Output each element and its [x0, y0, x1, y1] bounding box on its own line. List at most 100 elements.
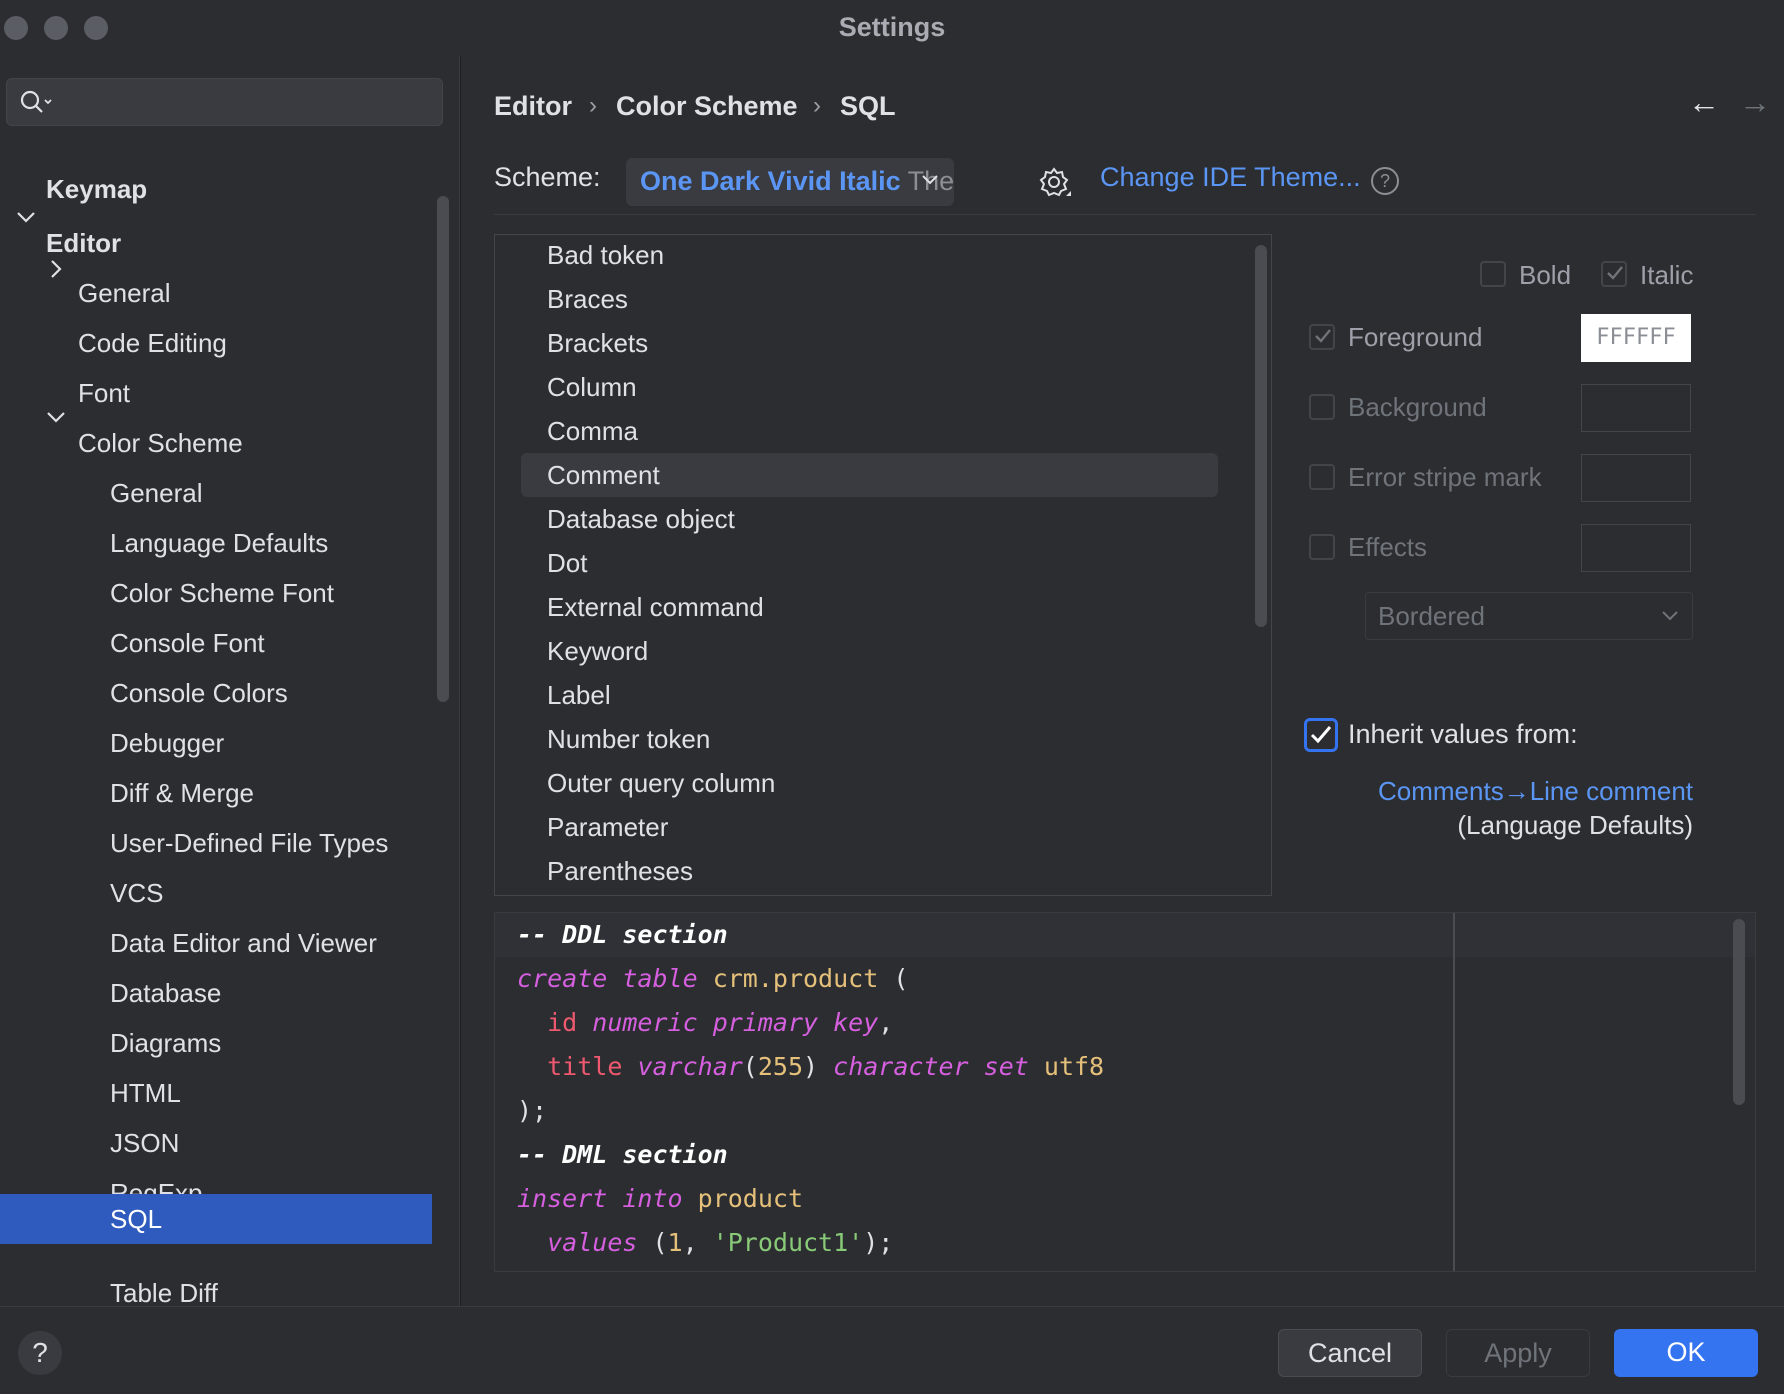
effects-checkbox[interactable] — [1309, 534, 1335, 560]
attribute-list[interactable]: Bad token Braces Brackets Column Comma C… — [494, 234, 1272, 896]
sidebar-item-color-scheme[interactable]: Color Scheme — [78, 418, 243, 468]
sidebar-item-language-defaults[interactable]: Language Defaults — [110, 518, 328, 568]
help-button[interactable]: ? — [18, 1331, 62, 1375]
code-line: id numeric primary key, — [547, 1008, 894, 1037]
list-item[interactable]: Outer query column — [547, 763, 775, 803]
background-label: Background — [1348, 392, 1487, 422]
sidebar-item-general[interactable]: General — [78, 268, 171, 318]
code-line: insert into product — [517, 1184, 804, 1213]
list-item-selected[interactable]: Comment — [547, 455, 660, 495]
preview-scrollbar[interactable] — [1733, 919, 1745, 1105]
list-item[interactable]: Parentheses — [547, 851, 693, 891]
attribute-list-scrollbar[interactable] — [1255, 245, 1267, 627]
foreground-checkbox[interactable] — [1309, 324, 1335, 350]
code-preview[interactable]: -- DDL section create table crm.product … — [494, 912, 1756, 1272]
code-line: ); — [517, 1096, 548, 1125]
sidebar-item-keymap[interactable]: Keymap — [46, 164, 147, 214]
search-input[interactable] — [6, 78, 443, 126]
sidebar-item-data-editor[interactable]: Data Editor and Viewer — [110, 918, 377, 968]
inherit-label: Inherit values from: — [1348, 719, 1578, 749]
scheme-label: Scheme: — [494, 162, 601, 192]
list-item[interactable]: Bad token — [547, 235, 664, 275]
foreground-color-swatch[interactable]: FFFFFF — [1581, 314, 1691, 362]
checkmark-icon — [1310, 726, 1332, 744]
breadcrumb-editor[interactable]: Editor — [494, 86, 572, 126]
sidebar-item-html[interactable]: HTML — [110, 1068, 181, 1118]
list-item[interactable]: Keyword — [547, 631, 648, 671]
right-margin-guide — [1453, 913, 1455, 1271]
italic-checkbox[interactable] — [1601, 261, 1627, 287]
sidebar-item-diff-merge[interactable]: Diff & Merge — [110, 768, 254, 818]
list-item[interactable]: Column — [547, 367, 637, 407]
dialog-footer: ? Cancel Apply OK — [0, 1306, 1784, 1394]
cancel-button[interactable]: Cancel — [1278, 1329, 1422, 1377]
list-item[interactable]: Label — [547, 675, 611, 715]
inherit-source-link[interactable]: Comments→Line comment — [1378, 776, 1693, 807]
list-item[interactable]: Braces — [547, 279, 628, 319]
forward-arrow-icon[interactable]: → — [1739, 84, 1771, 121]
chevron-down-icon — [1662, 611, 1678, 621]
sidebar-item-user-defined-file-types[interactable]: User-Defined File Types — [110, 818, 388, 868]
breadcrumb-separator-icon: › — [813, 92, 821, 119]
inherit-checkbox[interactable] — [1304, 718, 1338, 752]
error-stripe-checkbox[interactable] — [1309, 464, 1335, 490]
list-item[interactable]: External command — [547, 587, 764, 627]
list-item[interactable]: Dot — [547, 543, 587, 583]
settings-sidebar: Keymap Editor General Code Editing Font … — [0, 56, 460, 1308]
error-stripe-label: Error stripe mark — [1348, 462, 1542, 492]
gear-icon[interactable] — [1038, 166, 1072, 200]
chevron-down-icon[interactable] — [16, 209, 36, 225]
code-line: -- DML section — [517, 1140, 728, 1169]
sidebar-item-json[interactable]: JSON — [110, 1118, 179, 1168]
main-panel: Editor › Color Scheme › SQL ← → Scheme: … — [461, 56, 1784, 1306]
list-item[interactable]: Brackets — [547, 323, 648, 363]
list-item[interactable]: Parameter — [547, 807, 668, 847]
checkmark-icon — [1315, 329, 1331, 343]
sidebar-item-color-scheme-font[interactable]: Color Scheme Font — [110, 568, 334, 618]
inherit-source-sublabel: (Language Defaults) — [1457, 810, 1693, 840]
scheme-dropdown[interactable]: One Dark Vivid Italic Them — [626, 158, 954, 206]
divider — [494, 214, 1756, 215]
code-line: -- DDL section — [517, 920, 728, 949]
sidebar-item-code-editing[interactable]: Code Editing — [78, 318, 227, 368]
search-icon — [20, 90, 52, 113]
list-item[interactable]: Number token — [547, 719, 710, 759]
change-ide-theme-link[interactable]: Change IDE Theme... — [1100, 162, 1361, 193]
title-bar: Settings — [0, 0, 1784, 56]
breadcrumb-sql: SQL — [840, 91, 896, 121]
effects-label: Effects — [1348, 532, 1428, 562]
sidebar-item-diagrams[interactable]: Diagrams — [110, 1018, 221, 1068]
italic-label: Italic — [1640, 260, 1694, 290]
code-line: title varchar(255) character set utf8 — [547, 1052, 1105, 1081]
help-icon[interactable]: ? — [1371, 167, 1399, 195]
background-checkbox[interactable] — [1309, 394, 1335, 420]
bold-label: Bold — [1519, 260, 1572, 290]
back-arrow-icon[interactable]: ← — [1688, 84, 1720, 121]
sidebar-item-database[interactable]: Database — [110, 968, 221, 1018]
apply-button[interactable]: Apply — [1446, 1329, 1590, 1377]
list-item[interactable]: Database object — [547, 499, 735, 539]
effects-type-dropdown[interactable]: Bordered — [1365, 592, 1693, 640]
breadcrumb-separator-icon: › — [589, 92, 597, 119]
bold-checkbox[interactable] — [1480, 261, 1506, 287]
list-item[interactable]: Comma — [547, 411, 638, 451]
sidebar-item-cs-general[interactable]: General — [110, 468, 203, 518]
sidebar-item-console-font[interactable]: Console Font — [110, 618, 265, 668]
sidebar-item-font[interactable]: Font — [78, 368, 130, 418]
chevron-down-icon — [922, 175, 938, 185]
foreground-label: Foreground — [1348, 322, 1483, 352]
chevron-right-icon[interactable] — [48, 259, 64, 279]
sidebar-item-sql[interactable]: SQL — [0, 1194, 432, 1244]
ok-button[interactable]: OK — [1614, 1329, 1758, 1377]
background-color-swatch[interactable] — [1581, 384, 1691, 432]
sidebar-scrollbar[interactable] — [437, 196, 449, 702]
checkmark-icon — [1607, 266, 1623, 280]
error-stripe-color-swatch[interactable] — [1581, 454, 1691, 502]
sidebar-item-debugger[interactable]: Debugger — [110, 718, 224, 768]
effects-color-swatch[interactable] — [1581, 524, 1691, 572]
window-title: Settings — [838, 12, 946, 42]
breadcrumb-color-scheme[interactable]: Color Scheme — [616, 86, 798, 126]
sidebar-item-console-colors[interactable]: Console Colors — [110, 668, 288, 718]
sidebar-item-vcs[interactable]: VCS — [110, 868, 163, 918]
chevron-down-icon[interactable] — [46, 409, 66, 425]
